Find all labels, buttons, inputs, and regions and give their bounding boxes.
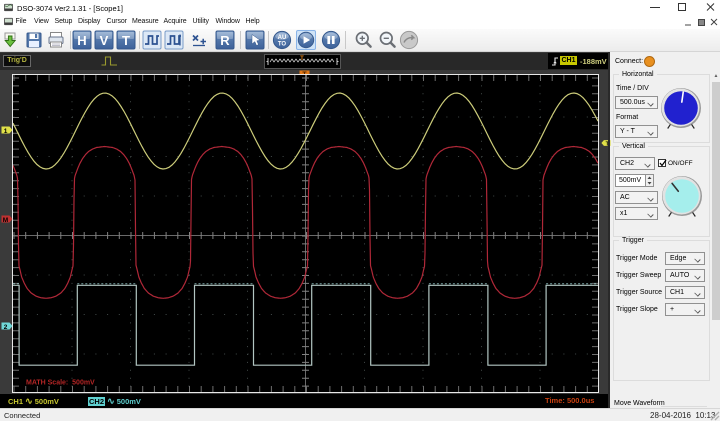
svg-text:H: H xyxy=(78,33,87,48)
svg-text:1: 1 xyxy=(4,127,8,133)
svg-text:V: V xyxy=(100,33,109,48)
svg-text:T: T xyxy=(122,33,130,48)
svg-text:AU: AU xyxy=(277,35,286,41)
svg-text:2: 2 xyxy=(4,324,8,330)
svg-text:T: T xyxy=(300,56,304,62)
svg-text:R: R xyxy=(221,33,231,48)
svg-text:M: M xyxy=(3,217,8,223)
svg-text:MATH Scale: 500mV: MATH Scale: 500mV xyxy=(26,380,95,387)
svg-text:TO: TO xyxy=(277,41,286,47)
